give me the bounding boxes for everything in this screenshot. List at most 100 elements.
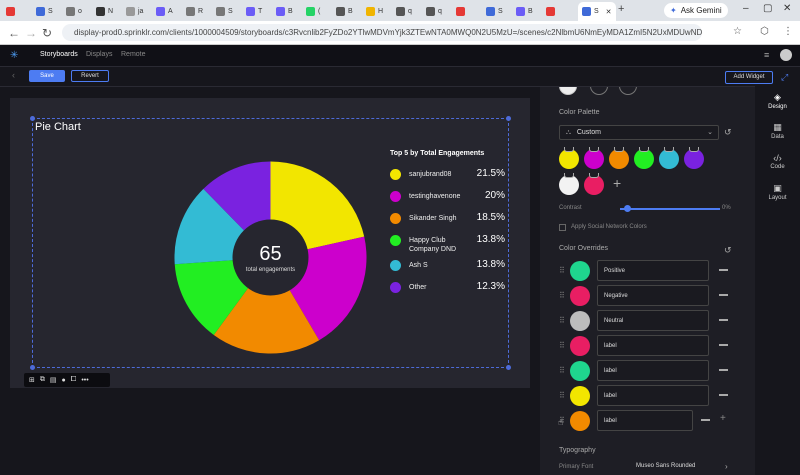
palette-swatch[interactable]: [609, 147, 629, 169]
override-color-circle[interactable]: [570, 336, 590, 356]
override-label-input[interactable]: Negative: [597, 285, 709, 306]
back-arrow-icon[interactable]: ‹: [12, 70, 15, 80]
browser-tab[interactable]: [456, 3, 468, 19]
list-menu-icon[interactable]: ≡: [764, 50, 769, 60]
drag-handle-icon[interactable]: ⠿: [559, 291, 565, 300]
override-label-input[interactable]: Positive: [597, 260, 709, 281]
pie-chart-widget[interactable]: Pie Chart 65 total engagements Top 5 by …: [30, 116, 511, 370]
resize-handle[interactable]: [506, 116, 511, 121]
theme-circle[interactable]: [559, 87, 577, 95]
override-color-circle[interactable]: [570, 361, 590, 381]
star-icon[interactable]: ☆: [733, 26, 742, 37]
browser-tab[interactable]: (: [306, 3, 320, 19]
reset-overrides-icon[interactable]: ↺: [724, 245, 732, 256]
palette-select[interactable]: ⛬ Custom ⌄: [559, 125, 719, 140]
avatar[interactable]: [780, 49, 792, 61]
override-color-circle[interactable]: [570, 411, 590, 431]
browser-tab[interactable]: T: [246, 3, 262, 19]
override-label-input[interactable]: label: [597, 360, 709, 381]
rail-item-design[interactable]: ◈ Design: [755, 92, 800, 110]
primary-font-value[interactable]: Museo Sans Rounded: [636, 463, 695, 469]
browser-tab[interactable]: B: [516, 3, 533, 19]
override-label-input[interactable]: Neutral: [597, 310, 709, 331]
browser-tab[interactable]: A: [156, 3, 173, 19]
resize-handle[interactable]: [30, 365, 35, 370]
browser-tab[interactable]: o: [66, 3, 82, 19]
contrast-slider-knob[interactable]: [624, 205, 631, 212]
tab-remote[interactable]: Remote: [121, 51, 146, 58]
browser-tab[interactable]: [546, 3, 558, 19]
legend-item[interactable]: Other 12.3%: [390, 278, 505, 300]
rail-item-layout[interactable]: ▣ Layout: [755, 183, 800, 201]
back-icon[interactable]: ←: [8, 26, 20, 40]
add-swatch-icon[interactable]: +: [613, 175, 621, 191]
browser-tab[interactable]: B: [276, 3, 293, 19]
color-icon[interactable]: ●: [62, 377, 66, 384]
drag-handle-icon[interactable]: ⠿: [559, 341, 565, 350]
legend-item[interactable]: Sikander Singh 18.5%: [390, 209, 505, 231]
apply-social-checkbox[interactable]: [559, 224, 566, 231]
override-color-circle[interactable]: [570, 286, 590, 306]
override-color-circle[interactable]: [570, 386, 590, 406]
browser-tab-active[interactable]: S ✕: [578, 2, 616, 21]
revert-button[interactable]: Revert: [71, 70, 109, 82]
override-label-input[interactable]: label: [597, 410, 693, 431]
ask-gemini-button[interactable]: ✦ Ask Gemini: [664, 3, 728, 18]
url-field[interactable]: display-prod0.sprinklr.com/clients/10000…: [62, 24, 702, 41]
more-icon[interactable]: •••: [81, 377, 88, 384]
palette-swatch[interactable]: [684, 147, 704, 169]
save-button[interactable]: Save: [29, 70, 65, 82]
add-override-icon[interactable]: +: [720, 413, 726, 424]
remove-override-icon[interactable]: [719, 344, 728, 346]
drag-handle-icon[interactable]: ⠿: [559, 266, 565, 275]
menu-icon[interactable]: ⋮: [783, 26, 793, 37]
drag-handle-icon[interactable]: ⠿: [559, 316, 565, 325]
legend-item[interactable]: Ash S 13.8%: [390, 256, 505, 278]
palette-swatch[interactable]: [584, 147, 604, 169]
chevron-right-icon[interactable]: ›: [725, 462, 728, 471]
rail-item-data[interactable]: ▦ Data: [755, 122, 800, 140]
browser-tab[interactable]: ja: [126, 3, 143, 19]
browser-tab[interactable]: S: [36, 3, 53, 19]
browser-tab[interactable]: H: [366, 3, 383, 19]
remove-override-icon[interactable]: [701, 419, 710, 421]
browser-tab[interactable]: B: [336, 3, 353, 19]
legend-item[interactable]: Happy Club Company DND 13.8%: [390, 231, 505, 256]
resize-handle[interactable]: [506, 365, 511, 370]
rail-item-code[interactable]: ‹/› Code: [755, 153, 800, 170]
override-label-input[interactable]: label: [597, 335, 709, 356]
drag-handle-icon[interactable]: ⠿: [559, 366, 565, 375]
browser-tab[interactable]: [6, 3, 18, 19]
browser-tab[interactable]: R: [186, 3, 203, 19]
override-label-input[interactable]: label: [597, 385, 709, 406]
forward-icon[interactable]: →: [25, 26, 37, 40]
remove-override-icon[interactable]: [719, 369, 728, 371]
layer-icon[interactable]: ⧠: [71, 376, 77, 384]
minimize-icon[interactable]: –: [743, 3, 749, 14]
palette-swatch[interactable]: [559, 173, 579, 195]
copy-icon[interactable]: ▤: [50, 376, 57, 384]
reset-palette-icon[interactable]: ↺: [724, 127, 732, 138]
browser-tab[interactable]: q: [426, 3, 442, 19]
palette-swatch[interactable]: [659, 147, 679, 169]
browser-tab[interactable]: S: [216, 3, 233, 19]
tab-displays[interactable]: Displays: [86, 51, 112, 58]
reload-icon[interactable]: ↻: [42, 26, 52, 40]
palette-swatch[interactable]: [584, 173, 604, 195]
override-color-circle[interactable]: [570, 311, 590, 331]
close-window-icon[interactable]: ✕: [783, 3, 791, 14]
close-tab-icon[interactable]: ✕: [606, 8, 612, 16]
add-widget-button[interactable]: Add Widget: [725, 71, 773, 84]
remove-override-icon[interactable]: [719, 319, 728, 321]
contrast-slider-track[interactable]: [620, 208, 720, 210]
override-color-circle[interactable]: [570, 261, 590, 281]
delete-icon[interactable]: ⊞: [29, 376, 35, 384]
browser-tab[interactable]: S: [486, 3, 503, 19]
tab-storyboards[interactable]: Storyboards: [40, 51, 78, 58]
duplicate-icon[interactable]: ⧉: [40, 376, 45, 384]
remove-override-icon[interactable]: [719, 269, 728, 271]
new-tab-icon[interactable]: +: [618, 3, 624, 15]
browser-tab[interactable]: q: [396, 3, 412, 19]
extension-icon[interactable]: ⬡: [760, 26, 769, 37]
theme-circle[interactable]: [590, 87, 608, 95]
